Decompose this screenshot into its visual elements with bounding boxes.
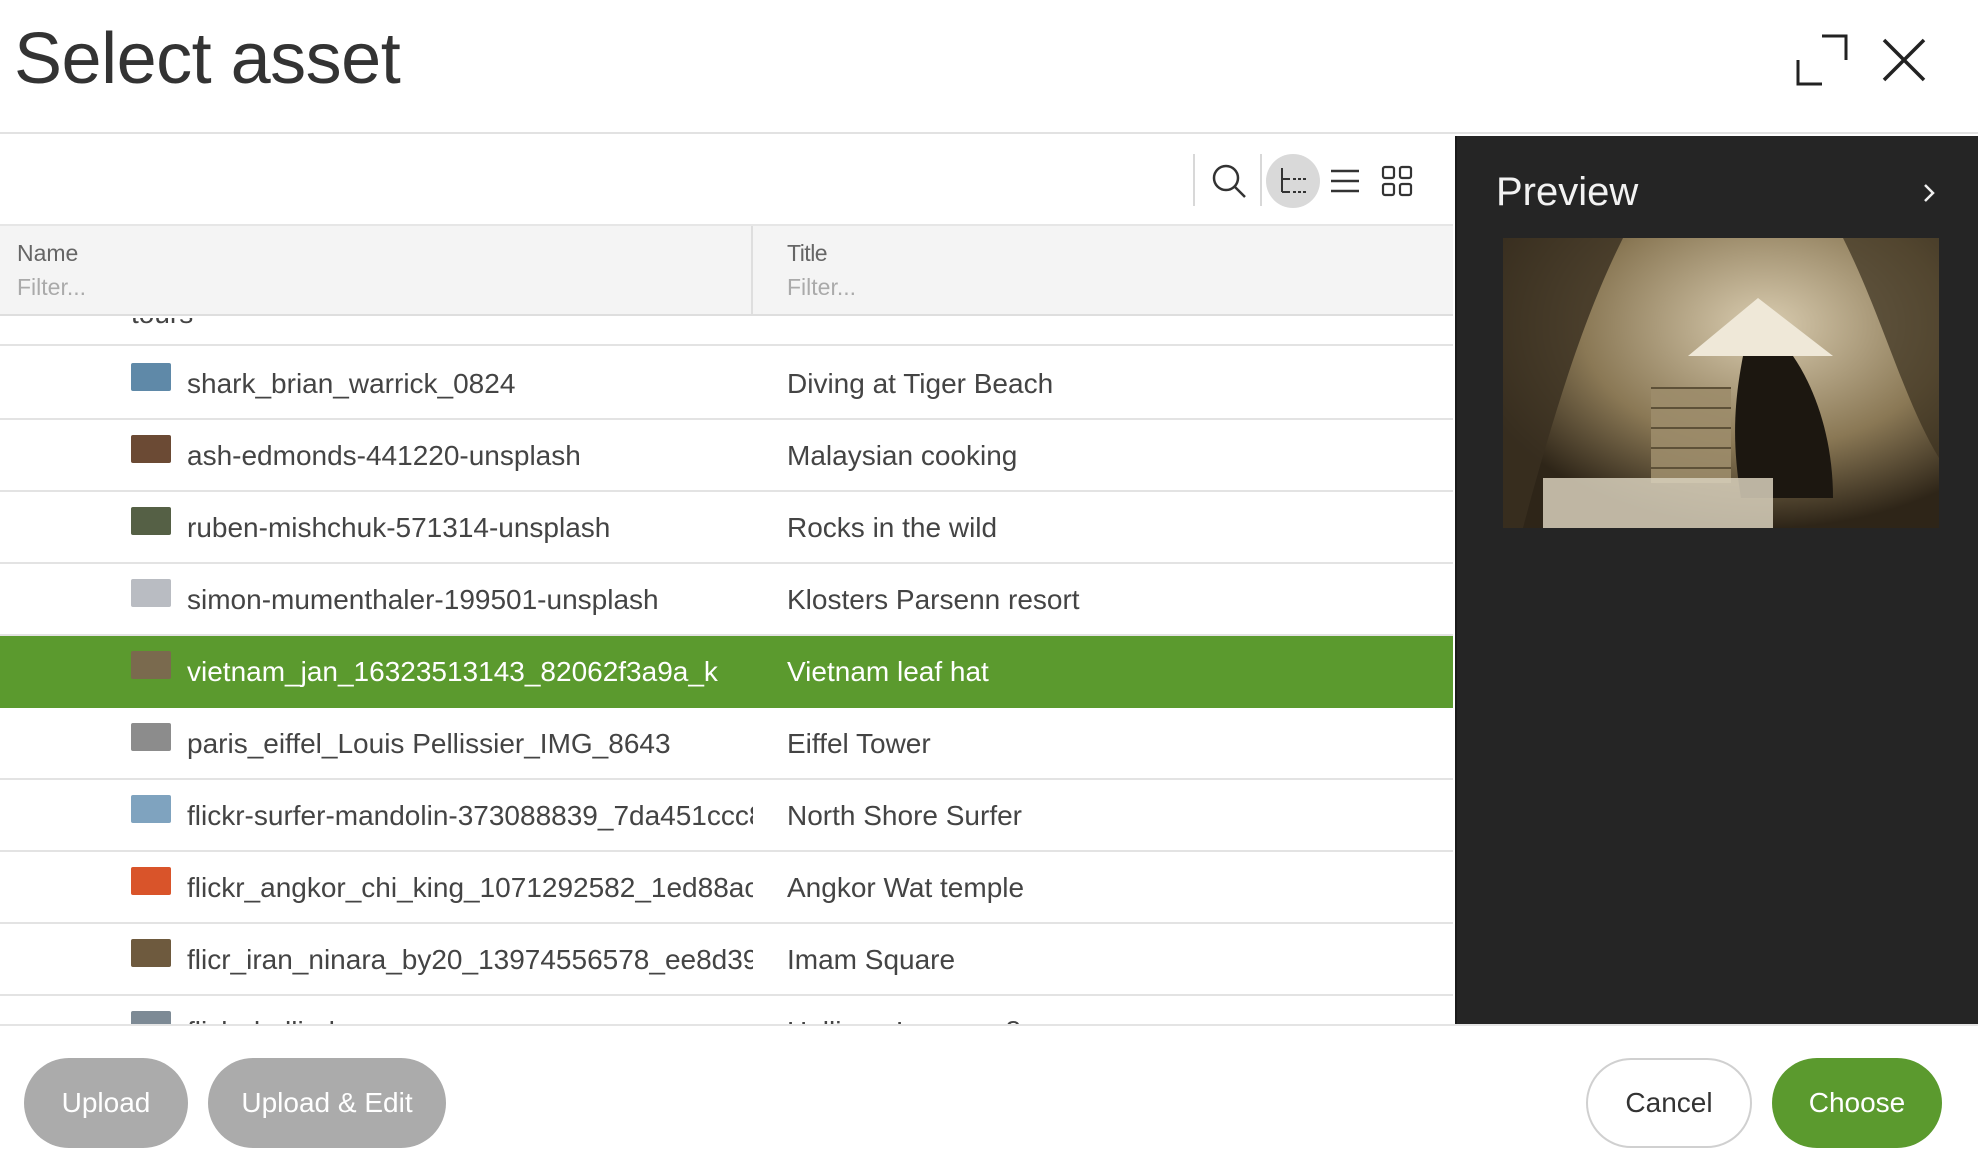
asset-thumbnail (131, 795, 171, 823)
row-name: vietnam_jan_16323513143_82062f3a9a_k (187, 656, 718, 687)
table-row[interactable]: simon-mumenthaler-199501-unsplash Kloste… (0, 564, 1453, 636)
row-title: Malaysian cooking (787, 440, 1018, 471)
asset-thumbnail (131, 507, 171, 535)
toolbar-divider (1193, 154, 1195, 206)
row-title: Klosters Parsenn resort (787, 584, 1080, 615)
name-filter-input[interactable] (17, 272, 517, 302)
table-row[interactable]: tours (0, 318, 1453, 346)
title-column-header: Title (755, 226, 1453, 316)
row-name: paris_eiffel_Louis Pellissier_IMG_8643 (187, 728, 671, 759)
list-view-icon[interactable] (1318, 154, 1372, 208)
row-title: Diving at Tiger Beach (787, 368, 1054, 399)
upload-button[interactable]: Upload (24, 1058, 188, 1148)
preview-image (1503, 238, 1939, 528)
asset-thumbnail (131, 1011, 171, 1024)
dialog-title: Select asset (14, 19, 401, 99)
cancel-button[interactable]: Cancel (1586, 1058, 1752, 1148)
close-icon[interactable] (1872, 28, 1936, 92)
row-title: Vietnam leaf hat (787, 656, 989, 687)
row-name: flickr-surfer-mandolin-373088839_7da451c… (187, 800, 753, 831)
toolbar-divider (1260, 154, 1262, 206)
preview-panel: Preview (1455, 136, 1978, 1024)
column-header-bar: Name Title (0, 226, 1453, 316)
tree-view-icon[interactable] (1266, 154, 1320, 208)
asset-list-pane: Name Title tours shark_brian_warrick_082… (0, 136, 1453, 1024)
table-row[interactable]: flickr-surfer-mandolin-373088839_7da451c… (0, 780, 1453, 852)
asset-thumbnail (131, 723, 171, 751)
row-title: Halligen Langeneß (787, 1016, 1022, 1024)
table-row[interactable]: ash-edmonds-441220-unsplash Malaysian co… (0, 420, 1453, 492)
row-name: simon-mumenthaler-199501-unsplash (187, 584, 659, 615)
asset-rows: tours shark_brian_warrick_0824 Diving at… (0, 318, 1453, 1024)
dialog-header: Select asset (0, 0, 1978, 134)
row-name: ruben-mishchuk-571314-unsplash (187, 512, 611, 543)
row-name: flickr_angkor_chi_king_1071292582_1ed88a… (187, 872, 753, 903)
title-column-label: Title (787, 240, 828, 266)
preview-title: Preview (1496, 170, 1639, 214)
asset-thumbnail (131, 579, 171, 607)
upload-edit-button[interactable]: Upload & Edit (208, 1058, 446, 1148)
asset-thumbnail (131, 939, 171, 967)
table-row[interactable]: flickr_angkor_chi_king_1071292582_1ed88a… (0, 852, 1453, 924)
name-column-label: Name (17, 240, 79, 266)
asset-thumbnail (131, 435, 171, 463)
dialog-footer: Upload Upload & Edit Cancel Choose (0, 1024, 1978, 1164)
table-row[interactable]: paris_eiffel_Louis Pellissier_IMG_8643 E… (0, 708, 1453, 780)
row-name: tours (131, 318, 193, 330)
row-name: flicr_iran_ninara_by20_13974556578_ee8d3… (187, 944, 753, 975)
asset-thumbnail (131, 363, 171, 391)
table-row[interactable]: ruben-mishchuk-571314-unsplash Rocks in … (0, 492, 1453, 564)
choose-button[interactable]: Choose (1772, 1058, 1942, 1148)
chevron-right-icon[interactable] (1914, 178, 1944, 208)
grid-view-icon[interactable] (1370, 154, 1424, 208)
row-name: ash-edmonds-441220-unsplash (187, 440, 581, 471)
asset-thumbnail (131, 867, 171, 895)
row-title: Imam Square (787, 944, 956, 975)
title-filter-input[interactable] (787, 272, 1287, 302)
asset-thumbnail (131, 651, 171, 679)
expand-icon[interactable] (1790, 28, 1854, 92)
row-name: flickr-hallig-hooge (187, 1016, 753, 1024)
table-row[interactable]: shark_brian_warrick_0824 Diving at Tiger… (0, 348, 1453, 420)
row-name: shark_brian_warrick_0824 (187, 368, 516, 399)
table-row-selected[interactable]: vietnam_jan_16323513143_82062f3a9a_k Vie… (0, 636, 1453, 708)
table-row[interactable]: flickr-hallig-hooge Halligen Langeneß (0, 996, 1453, 1024)
row-title: North Shore Surfer (787, 800, 1022, 831)
row-title: Angkor Wat temple (787, 872, 1025, 903)
search-icon[interactable] (1202, 154, 1256, 208)
row-title: Eiffel Tower (787, 728, 931, 759)
view-toolbar (0, 136, 1453, 226)
row-title: Rocks in the wild (787, 512, 998, 543)
name-column-header: Name (0, 226, 753, 316)
table-row[interactable]: flicr_iran_ninara_by20_13974556578_ee8d3… (0, 924, 1453, 996)
